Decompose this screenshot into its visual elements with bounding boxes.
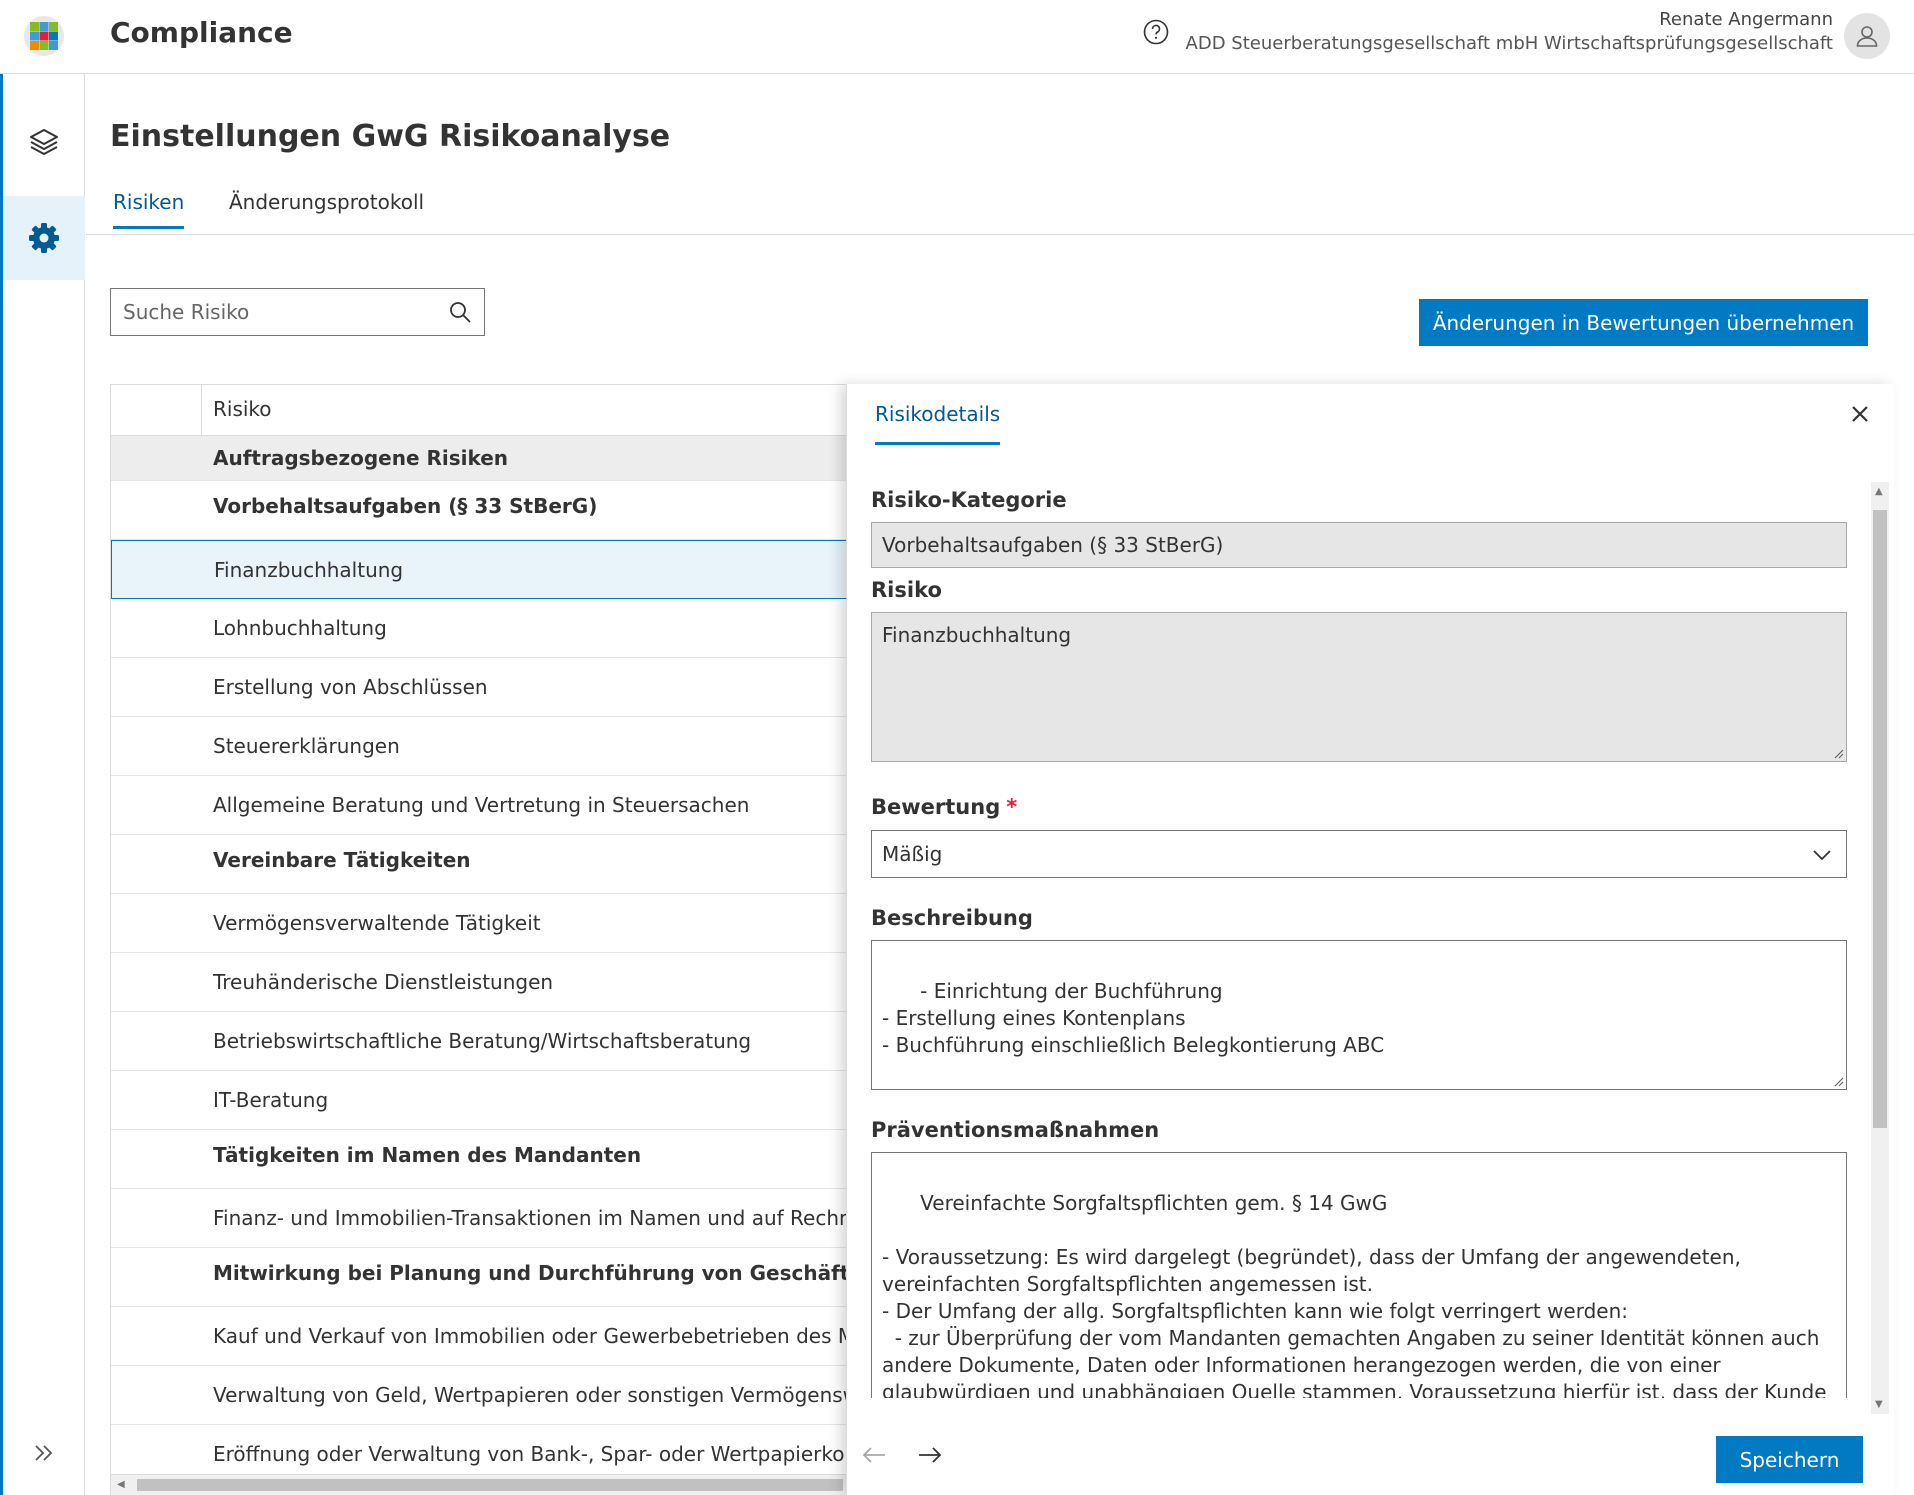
vertical-scrollbar-thumb[interactable] xyxy=(1873,510,1887,1128)
header-blank-column xyxy=(111,385,202,435)
risk-name-cell: IT-Beratung xyxy=(213,1088,329,1112)
description-textarea[interactable]: - Einrichtung der Buchführung - Erstellu… xyxy=(871,940,1847,1090)
page-title: Einstellungen GwG Risikoanalyse xyxy=(110,119,671,154)
search-box xyxy=(110,288,485,336)
apply-changes-button[interactable]: Änderungen in Bewertungen übernehmen xyxy=(1419,299,1868,346)
top-bar: Compliance Renate Angermann ADD Steuerbe… xyxy=(0,0,1914,74)
next-arrow-icon[interactable] xyxy=(915,1440,945,1470)
risk-name-cell: Kauf und Verkauf von Immobilien oder Gew… xyxy=(213,1324,881,1348)
rating-select-value: Mäßig xyxy=(882,842,943,866)
app-title: Compliance xyxy=(110,16,293,49)
risk-name-cell: Allgemeine Beratung und Vertretung in St… xyxy=(213,793,750,817)
tab-bar: Risiken Änderungsprotokoll xyxy=(86,186,1914,235)
column-header-risiko[interactable]: Risiko xyxy=(213,397,272,421)
avatar[interactable] xyxy=(1844,13,1890,59)
prevention-label: Präventionsmaßnahmen xyxy=(871,1118,1160,1142)
search-input[interactable] xyxy=(121,291,448,333)
nav-settings[interactable] xyxy=(3,196,85,280)
risk-name-cell: Auftragsbezogene Risiken xyxy=(213,446,509,470)
risk-name-cell: Lohnbuchhaltung xyxy=(213,616,387,640)
risk-name-cell: Tätigkeiten im Namen des Mandanten xyxy=(213,1143,642,1167)
risk-name-cell: Vereinbare Tätigkeiten xyxy=(213,848,471,872)
tab-risiken[interactable]: Risiken xyxy=(113,190,185,229)
double-chevron-right-icon xyxy=(35,1445,53,1461)
tab-aenderungsprotokoll[interactable]: Änderungsprotokoll xyxy=(229,190,424,226)
scroll-down-arrow-icon[interactable]: ▼ xyxy=(1875,1399,1883,1410)
nav-layers[interactable] xyxy=(3,100,85,184)
risk-name-cell: Verwaltung von Geld, Wertpapieren oder s… xyxy=(213,1383,888,1407)
resize-grip-icon[interactable] xyxy=(1832,1075,1844,1087)
expand-sidebar-button[interactable] xyxy=(3,1433,85,1473)
risk-name-cell: Erstellung von Abschlüssen xyxy=(213,675,488,699)
rating-select[interactable]: Mäßig xyxy=(871,830,1847,878)
risk-name-cell: Finanz- und Immobilien-Transaktionen im … xyxy=(213,1206,873,1230)
risk-field: Finanzbuchhaltung xyxy=(871,612,1847,762)
search-icon[interactable] xyxy=(448,300,472,324)
panel-footer: Speichern xyxy=(847,1416,1894,1495)
risk-name-cell: Vermögensverwaltende Tätigkeit xyxy=(213,911,541,935)
layers-icon xyxy=(30,129,58,155)
left-navigation-rail xyxy=(0,74,85,1495)
details-form: Risiko-Kategorie Vorbehaltsaufgaben (§ 3… xyxy=(871,478,1849,1398)
risk-name-cell: Steuererklärungen xyxy=(213,734,400,758)
vertical-scrollbar[interactable]: ▲ ▼ xyxy=(1871,482,1889,1414)
risk-name-cell: Betriebswirtschaftliche Beratung/Wirtsch… xyxy=(213,1029,752,1053)
description-text: - Einrichtung der Buchführung - Erstellu… xyxy=(882,979,1385,1057)
app-logo-icon[interactable] xyxy=(22,14,66,58)
prevention-textarea[interactable]: Vereinfachte Sorgfaltspflichten gem. § 1… xyxy=(871,1152,1847,1398)
risk-label: Risiko xyxy=(871,578,942,602)
risk-name-cell: Vorbehaltsaufgaben (§ 33 StBerG) xyxy=(213,494,598,518)
risk-field-value: Finanzbuchhaltung xyxy=(882,623,1072,647)
gear-icon xyxy=(29,223,59,253)
horizontal-scrollbar[interactable]: ◀ xyxy=(111,1474,847,1495)
description-label: Beschreibung xyxy=(871,906,1033,930)
category-label: Risiko-Kategorie xyxy=(871,488,1067,512)
previous-arrow-icon[interactable] xyxy=(859,1440,889,1470)
tab-risikodetails[interactable]: Risikodetails xyxy=(875,402,1001,445)
scroll-up-arrow-icon[interactable]: ▲ xyxy=(1875,486,1883,497)
rating-label: Bewertung * xyxy=(871,795,1017,819)
user-name: Renate Angermann xyxy=(1659,9,1833,30)
user-icon xyxy=(1856,26,1878,47)
resize-grip-icon[interactable] xyxy=(1832,747,1844,759)
chevron-down-icon xyxy=(1813,850,1831,861)
risk-name-cell: Finanzbuchhaltung xyxy=(214,558,404,582)
help-icon[interactable] xyxy=(1143,19,1169,45)
risk-details-panel: Risikodetails Risiko-Kategorie Vorbehalt… xyxy=(846,384,1894,1495)
scroll-left-arrow-icon[interactable]: ◀ xyxy=(117,1479,125,1490)
prevention-text: Vereinfachte Sorgfaltspflichten gem. § 1… xyxy=(882,1191,1827,1398)
close-icon[interactable] xyxy=(1846,400,1874,428)
category-field: Vorbehaltsaufgaben (§ 33 StBerG) xyxy=(871,522,1847,568)
required-marker: * xyxy=(1006,795,1018,819)
rating-label-text: Bewertung xyxy=(871,795,1001,819)
horizontal-scrollbar-thumb[interactable] xyxy=(137,1479,843,1491)
save-button[interactable]: Speichern xyxy=(1716,1436,1863,1483)
risk-name-cell: Treuhänderische Dienstleistungen xyxy=(213,970,554,994)
user-company: ADD Steuerberatungsgesellschaft mbH Wirt… xyxy=(1185,33,1833,54)
